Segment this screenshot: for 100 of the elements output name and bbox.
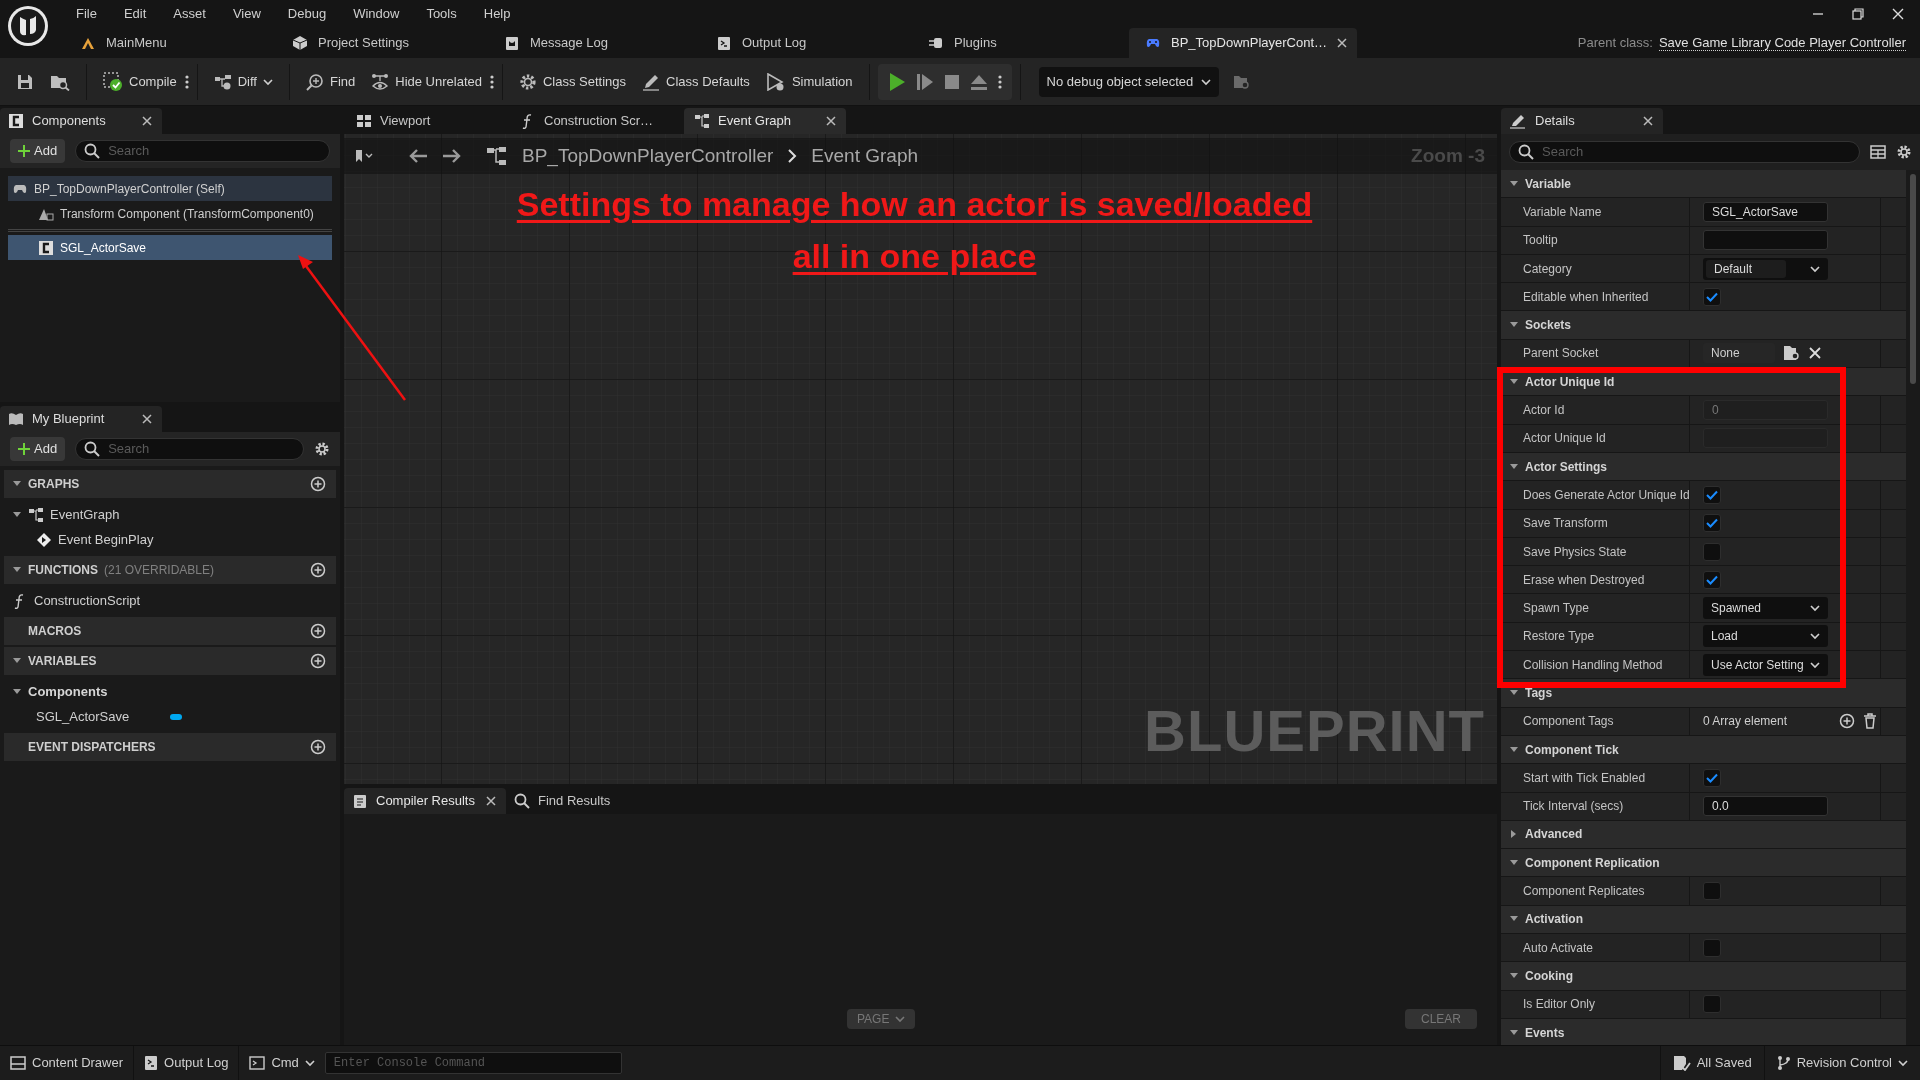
- settings-icon[interactable]: [1896, 144, 1912, 160]
- panel-tab[interactable]: Components: [0, 108, 162, 134]
- add-icon[interactable]: [310, 476, 326, 492]
- play-icon[interactable]: [887, 71, 906, 92]
- revision-control-button[interactable]: Revision Control: [1763, 1045, 1920, 1080]
- text-field[interactable]: 0.0: [1703, 796, 1828, 817]
- text-field[interactable]: [1703, 230, 1828, 251]
- document-tab[interactable]: Event Graph: [684, 108, 846, 134]
- compile-button[interactable]: Compile: [95, 65, 185, 98]
- table-view-icon[interactable]: [1870, 144, 1886, 160]
- text-field[interactable]: SGL_ActorSave: [1703, 201, 1828, 222]
- checkbox[interactable]: [1703, 287, 1721, 306]
- close-tab-icon[interactable]: [486, 796, 496, 806]
- document-tab[interactable]: Message Log: [488, 28, 700, 58]
- tree-item[interactable]: Event BeginPlay: [4, 527, 336, 552]
- category-header[interactable]: Activation: [1501, 905, 1906, 934]
- menu-item[interactable]: Help: [483, 4, 511, 24]
- section-header[interactable]: GRAPHS: [4, 470, 336, 498]
- category-value[interactable]: Default: [1706, 259, 1786, 278]
- add-button[interactable]: Add: [10, 139, 66, 163]
- component-item[interactable]: SGL_ActorSave: [8, 235, 332, 260]
- tree-item[interactable]: EventGraph: [4, 502, 336, 527]
- close-tab-icon[interactable]: [826, 116, 836, 126]
- simulation-button[interactable]: Simulation: [757, 65, 861, 98]
- panel-tab[interactable]: Find Results: [506, 788, 636, 814]
- category-header[interactable]: Events: [1501, 1018, 1906, 1045]
- hide-unrelated-button[interactable]: Hide Unrelated: [363, 65, 490, 98]
- search-input[interactable]: Search: [108, 141, 321, 161]
- forward-icon[interactable]: [442, 148, 462, 164]
- search-field[interactable]: Search: [1509, 141, 1860, 163]
- add-button[interactable]: Add: [10, 437, 66, 461]
- category-combo[interactable]: Default: [1703, 257, 1828, 280]
- category-header[interactable]: Component Tick: [1501, 735, 1906, 765]
- menu-item[interactable]: Edit: [123, 4, 147, 24]
- document-tab[interactable]: Project Settings: [276, 28, 488, 58]
- class-settings-button[interactable]: Class Settings: [510, 65, 635, 98]
- debug-object-dropdown[interactable]: No debug object selected: [1038, 66, 1220, 97]
- menu-item[interactable]: Asset: [173, 4, 206, 24]
- search-field[interactable]: Search: [75, 140, 330, 162]
- menu-item[interactable]: Window: [353, 4, 400, 24]
- scrollbar[interactable]: [1910, 174, 1916, 384]
- section-header[interactable]: MACROS: [4, 617, 336, 645]
- close-tab-icon[interactable]: [1337, 38, 1348, 48]
- close-icon[interactable]: [1892, 8, 1904, 20]
- add-icon[interactable]: [310, 623, 326, 639]
- search-field[interactable]: Search: [75, 438, 304, 460]
- document-tab[interactable]: Construction Scr…: [510, 108, 672, 134]
- checkbox[interactable]: [1703, 514, 1721, 533]
- section-header[interactable]: VARIABLES: [4, 647, 336, 675]
- breadcrumb-item[interactable]: BP_TopDownPlayerController: [522, 141, 774, 171]
- tree-item[interactable]: SGL_ActorSave: [4, 704, 336, 729]
- section-header[interactable]: EVENT DISPATCHERS: [4, 733, 336, 761]
- class-defaults-button[interactable]: Class Defaults: [634, 65, 758, 98]
- dropdown[interactable]: Spawned: [1703, 597, 1828, 620]
- checkbox[interactable]: [1703, 485, 1721, 504]
- diff-button[interactable]: Diff: [205, 65, 281, 98]
- console-input[interactable]: Enter Console Command: [333, 1054, 613, 1072]
- add-icon[interactable]: [310, 739, 326, 755]
- close-tab-icon[interactable]: [142, 116, 152, 126]
- panel-tab[interactable]: Compiler Results: [344, 788, 506, 814]
- panel-tab[interactable]: My Blueprint: [0, 406, 162, 432]
- menu-item[interactable]: File: [76, 4, 97, 24]
- section-header[interactable]: FUNCTIONS (21 OVERRIDABLE): [4, 556, 336, 584]
- content-drawer-button[interactable]: Content Drawer: [0, 1045, 135, 1080]
- folder-search-icon[interactable]: [1783, 345, 1801, 362]
- delete-icon[interactable]: [1863, 713, 1877, 730]
- add-icon[interactable]: [310, 562, 326, 578]
- search-input[interactable]: Search: [108, 439, 295, 459]
- checkbox[interactable]: [1703, 570, 1721, 589]
- document-tab[interactable]: BP_TopDownPlayerCont…: [1129, 28, 1357, 58]
- more-icon[interactable]: [184, 73, 189, 90]
- breadcrumb-item[interactable]: Event Graph: [811, 141, 918, 171]
- cmd-button[interactable]: Cmd: [239, 1045, 325, 1080]
- checkbox[interactable]: [1703, 768, 1721, 787]
- clear-icon[interactable]: [1809, 347, 1821, 360]
- document-tab[interactable]: Viewport: [346, 108, 508, 134]
- document-tab[interactable]: Output Log: [700, 28, 912, 58]
- document-tab[interactable]: MainMenu: [64, 28, 276, 58]
- more-icon[interactable]: [997, 73, 1002, 90]
- checkbox[interactable]: [1703, 542, 1721, 561]
- category-header[interactable]: Cooking: [1501, 962, 1906, 991]
- checkbox[interactable]: [1703, 995, 1721, 1014]
- category-header[interactable]: Advanced: [1501, 820, 1906, 850]
- menu-item[interactable]: Tools: [426, 4, 457, 24]
- close-tab-icon[interactable]: [142, 414, 152, 424]
- component-item[interactable]: BP_TopDownPlayerController (Self): [8, 176, 332, 201]
- category-header[interactable]: Variable: [1501, 170, 1906, 199]
- tree-item[interactable]: Components: [4, 679, 336, 704]
- menu-item[interactable]: View: [232, 4, 261, 24]
- output-log-button[interactable]: Output Log: [134, 1045, 240, 1080]
- step-icon[interactable]: [915, 71, 934, 92]
- find-button[interactable]: Find: [297, 65, 364, 98]
- menu-item[interactable]: Debug: [287, 4, 327, 24]
- checkbox[interactable]: [1703, 882, 1721, 901]
- add-icon[interactable]: [1839, 713, 1855, 730]
- more-icon[interactable]: [489, 73, 494, 90]
- parent-class-link[interactable]: Save Game Library Code Player Controller: [1658, 35, 1906, 51]
- tree-item[interactable]: ConstructionScript: [4, 588, 336, 613]
- category-header[interactable]: Sockets: [1501, 311, 1906, 340]
- close-tab-icon[interactable]: [1643, 116, 1653, 126]
